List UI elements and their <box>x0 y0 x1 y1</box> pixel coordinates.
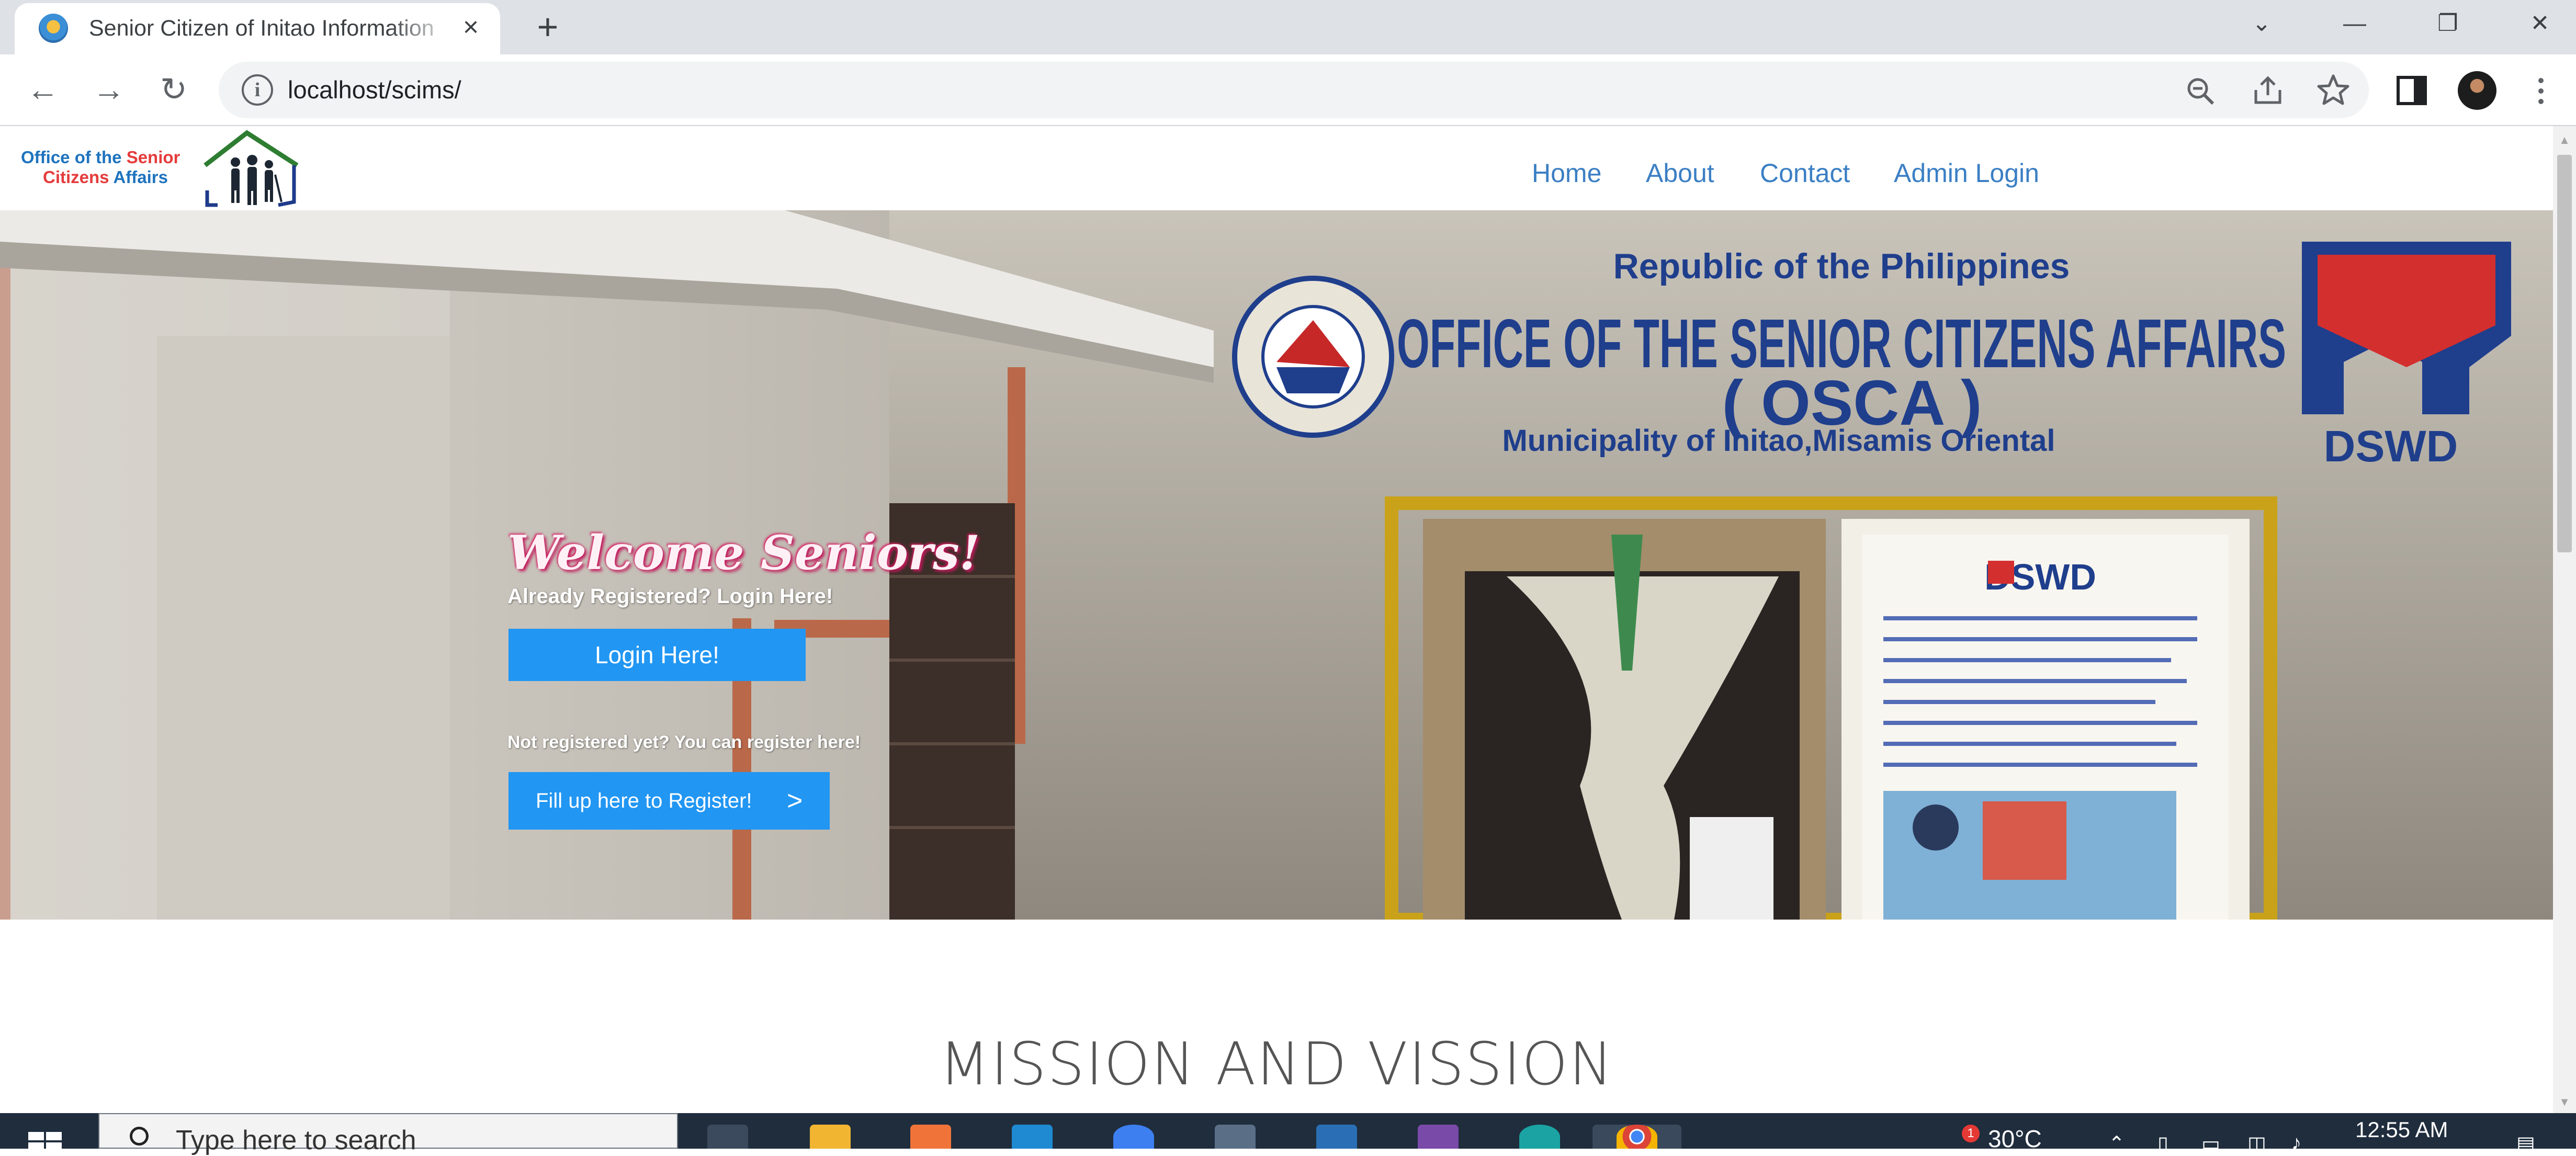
not-registered-text: Not registered yet? You can register her… <box>507 732 861 752</box>
app-icon[interactable] <box>1113 1125 1154 1149</box>
edge-icon[interactable] <box>1519 1125 1560 1149</box>
reload-button[interactable]: ↻ <box>152 68 196 112</box>
register-button[interactable]: Fill up here to Register! > <box>509 772 830 830</box>
signage-municipality: Municipality of Initao,Misamis Oriental <box>1502 424 2055 458</box>
kebab-menu-icon[interactable] <box>2533 75 2549 107</box>
tab-close-icon[interactable]: × <box>454 10 488 44</box>
welcome-heading: Welcome Seniors! <box>507 525 980 581</box>
scrollbar-thumb[interactable] <box>2557 155 2572 552</box>
signage-republic: Republic of the Philippines <box>1613 246 2070 286</box>
chrome-icon[interactable] <box>1617 1125 1657 1149</box>
site-header <box>0 126 2553 210</box>
site-info-icon[interactable]: i <box>242 74 273 106</box>
chevron-right-icon: > <box>787 786 803 816</box>
tab-title[interactable]: Senior Citizen of Initao Information <box>89 13 455 44</box>
profile-avatar[interactable] <box>2458 71 2496 110</box>
app-icon[interactable] <box>1418 1125 1459 1149</box>
minimize-button[interactable]: — <box>2326 5 2383 42</box>
mission-vision-heading: MISSION AND VISSION <box>939 1030 1614 1098</box>
logo-text-line-2[interactable]: Citizens Affairs <box>43 167 168 187</box>
login-button[interactable]: Login Here! <box>509 629 806 681</box>
nav-about[interactable]: About <box>1646 155 1714 191</box>
logo-word-senior: Senior <box>126 148 180 167</box>
app-icon[interactable] <box>1215 1125 1256 1149</box>
logo-word-citizens: Citizens <box>43 167 114 187</box>
taskbar-search-placeholder[interactable]: Type here to search <box>176 1125 416 1156</box>
logo-text-line-1[interactable]: Office of the Senior <box>21 148 180 167</box>
tab-search-dropdown-icon[interactable]: ⌄ <box>2233 5 2290 42</box>
address-bar[interactable] <box>219 62 2369 118</box>
forward-button[interactable]: → <box>87 68 131 112</box>
volume-icon[interactable]: ♪ <box>2291 1132 2301 1154</box>
xampp-icon[interactable] <box>910 1125 951 1149</box>
nav-admin-login[interactable]: Admin Login <box>1894 155 2039 191</box>
logo-word-office: Office of the <box>21 148 127 167</box>
file-explorer-icon[interactable] <box>810 1125 851 1149</box>
share-icon[interactable] <box>2252 74 2284 107</box>
logo-house-family-icon[interactable] <box>202 129 301 207</box>
scroll-up-arrow-icon[interactable]: ▲ <box>2553 130 2576 151</box>
new-tab-button[interactable]: + <box>528 7 567 46</box>
mysql-workbench-icon[interactable] <box>1316 1125 1357 1149</box>
side-panel-icon[interactable] <box>2396 75 2427 106</box>
network-icon[interactable]: ◫ <box>2247 1132 2266 1155</box>
battery-icon[interactable]: ▭ <box>2201 1132 2220 1155</box>
signage-dswd: DSWD <box>2324 422 2458 471</box>
weather-badge[interactable]: 1 <box>1962 1125 1980 1142</box>
vscode-icon[interactable] <box>1012 1125 1053 1149</box>
nav-contact[interactable]: Contact <box>1760 155 1850 191</box>
hero-banner: Republic of the Philippines OFFICE OF TH… <box>0 210 2553 920</box>
windows-start-icon[interactable] <box>28 1130 65 1149</box>
tray-device-icon[interactable]: ▯ <box>2157 1132 2168 1155</box>
municipal-seal <box>1232 276 1394 438</box>
scroll-down-arrow-icon[interactable]: ▼ <box>2553 1095 2576 1113</box>
hero-photo: Republic of the Philippines OFFICE OF TH… <box>0 210 2553 920</box>
search-icon <box>130 1127 149 1146</box>
already-registered-text: Already Registered? Login Here! <box>507 585 833 608</box>
notifications-icon[interactable]: ▤ <box>2516 1132 2535 1155</box>
close-window-button[interactable]: ✕ <box>2511 5 2569 42</box>
zoom-out-icon[interactable] <box>2185 75 2216 107</box>
bookmark-star-icon[interactable] <box>2317 73 2350 107</box>
url-text[interactable]: localhost/scims/ <box>288 73 461 107</box>
tray-chevron-up-icon[interactable]: ⌃ <box>2108 1132 2125 1155</box>
register-button-label: Fill up here to Register! <box>536 789 752 812</box>
restore-button[interactable]: ❐ <box>2419 5 2477 42</box>
favicon-icon <box>39 14 68 43</box>
task-view-icon[interactable] <box>707 1125 748 1149</box>
back-button[interactable]: ← <box>21 68 65 112</box>
clock-time[interactable]: 12:55 AM <box>2355 1117 2448 1142</box>
nav-home[interactable]: Home <box>1532 155 1601 191</box>
logo-word-affairs: Affairs <box>113 167 168 187</box>
